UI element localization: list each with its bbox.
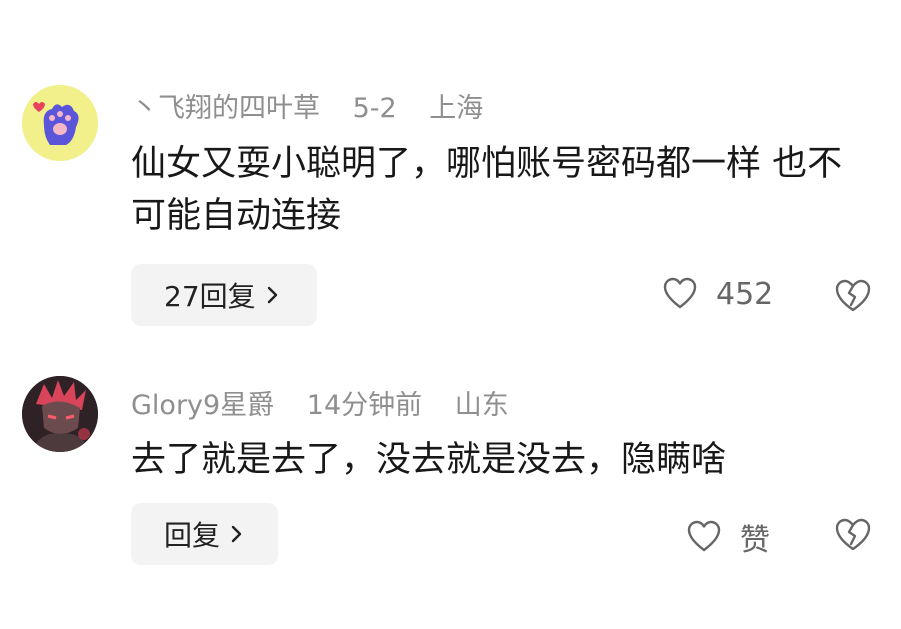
broken-heart-icon[interactable] [834,516,872,554]
chevron-right-icon [231,525,242,543]
comment-date: 14分钟前 [306,390,423,421]
like-button[interactable]: 452 [662,276,773,312]
chevron-right-icon [267,286,277,304]
user-avatar[interactable] [22,85,98,161]
comment-item-1: 丶飞翔的四叶草 5-2 上海 仙女又耍小聪明了，哪怕账号密码都一样 也不可能自动… [0,0,901,340]
reply-label: 回复 [164,519,221,552]
username[interactable]: 丶飞翔的四叶草 [131,93,320,124]
comment-date: 5-2 [352,93,397,124]
comment-location: 上海 [429,93,484,124]
heart-outline-icon [687,520,721,552]
reply-button[interactable]: 回复 [131,503,278,565]
comment-location: 山东 [454,390,509,421]
username[interactable]: Glory9星爵 [131,390,274,421]
anime-character-avatar [22,376,98,452]
like-count: 赞 [740,523,770,558]
comment-text: 仙女又耍小聪明了，哪怕账号密码都一样 也不可能自动连接 [131,144,843,236]
paw-icon [22,85,98,161]
like-count: 452 [716,276,774,312]
user-avatar[interactable] [22,376,98,452]
heart-outline-icon [663,277,697,309]
comment-text: 去了就是去了，没去就是没去，隐瞒啥 [131,440,727,480]
broken-heart-icon[interactable] [834,277,872,315]
comment-meta: 丶飞翔的四叶草 5-2 上海 [131,86,507,125]
comment-meta: Glory9星爵 14分钟前 山东 [131,383,533,422]
reply-label: 27回复 [164,280,256,313]
reply-button[interactable]: 27回复 [131,264,317,326]
like-button[interactable]: 赞 [686,515,770,559]
